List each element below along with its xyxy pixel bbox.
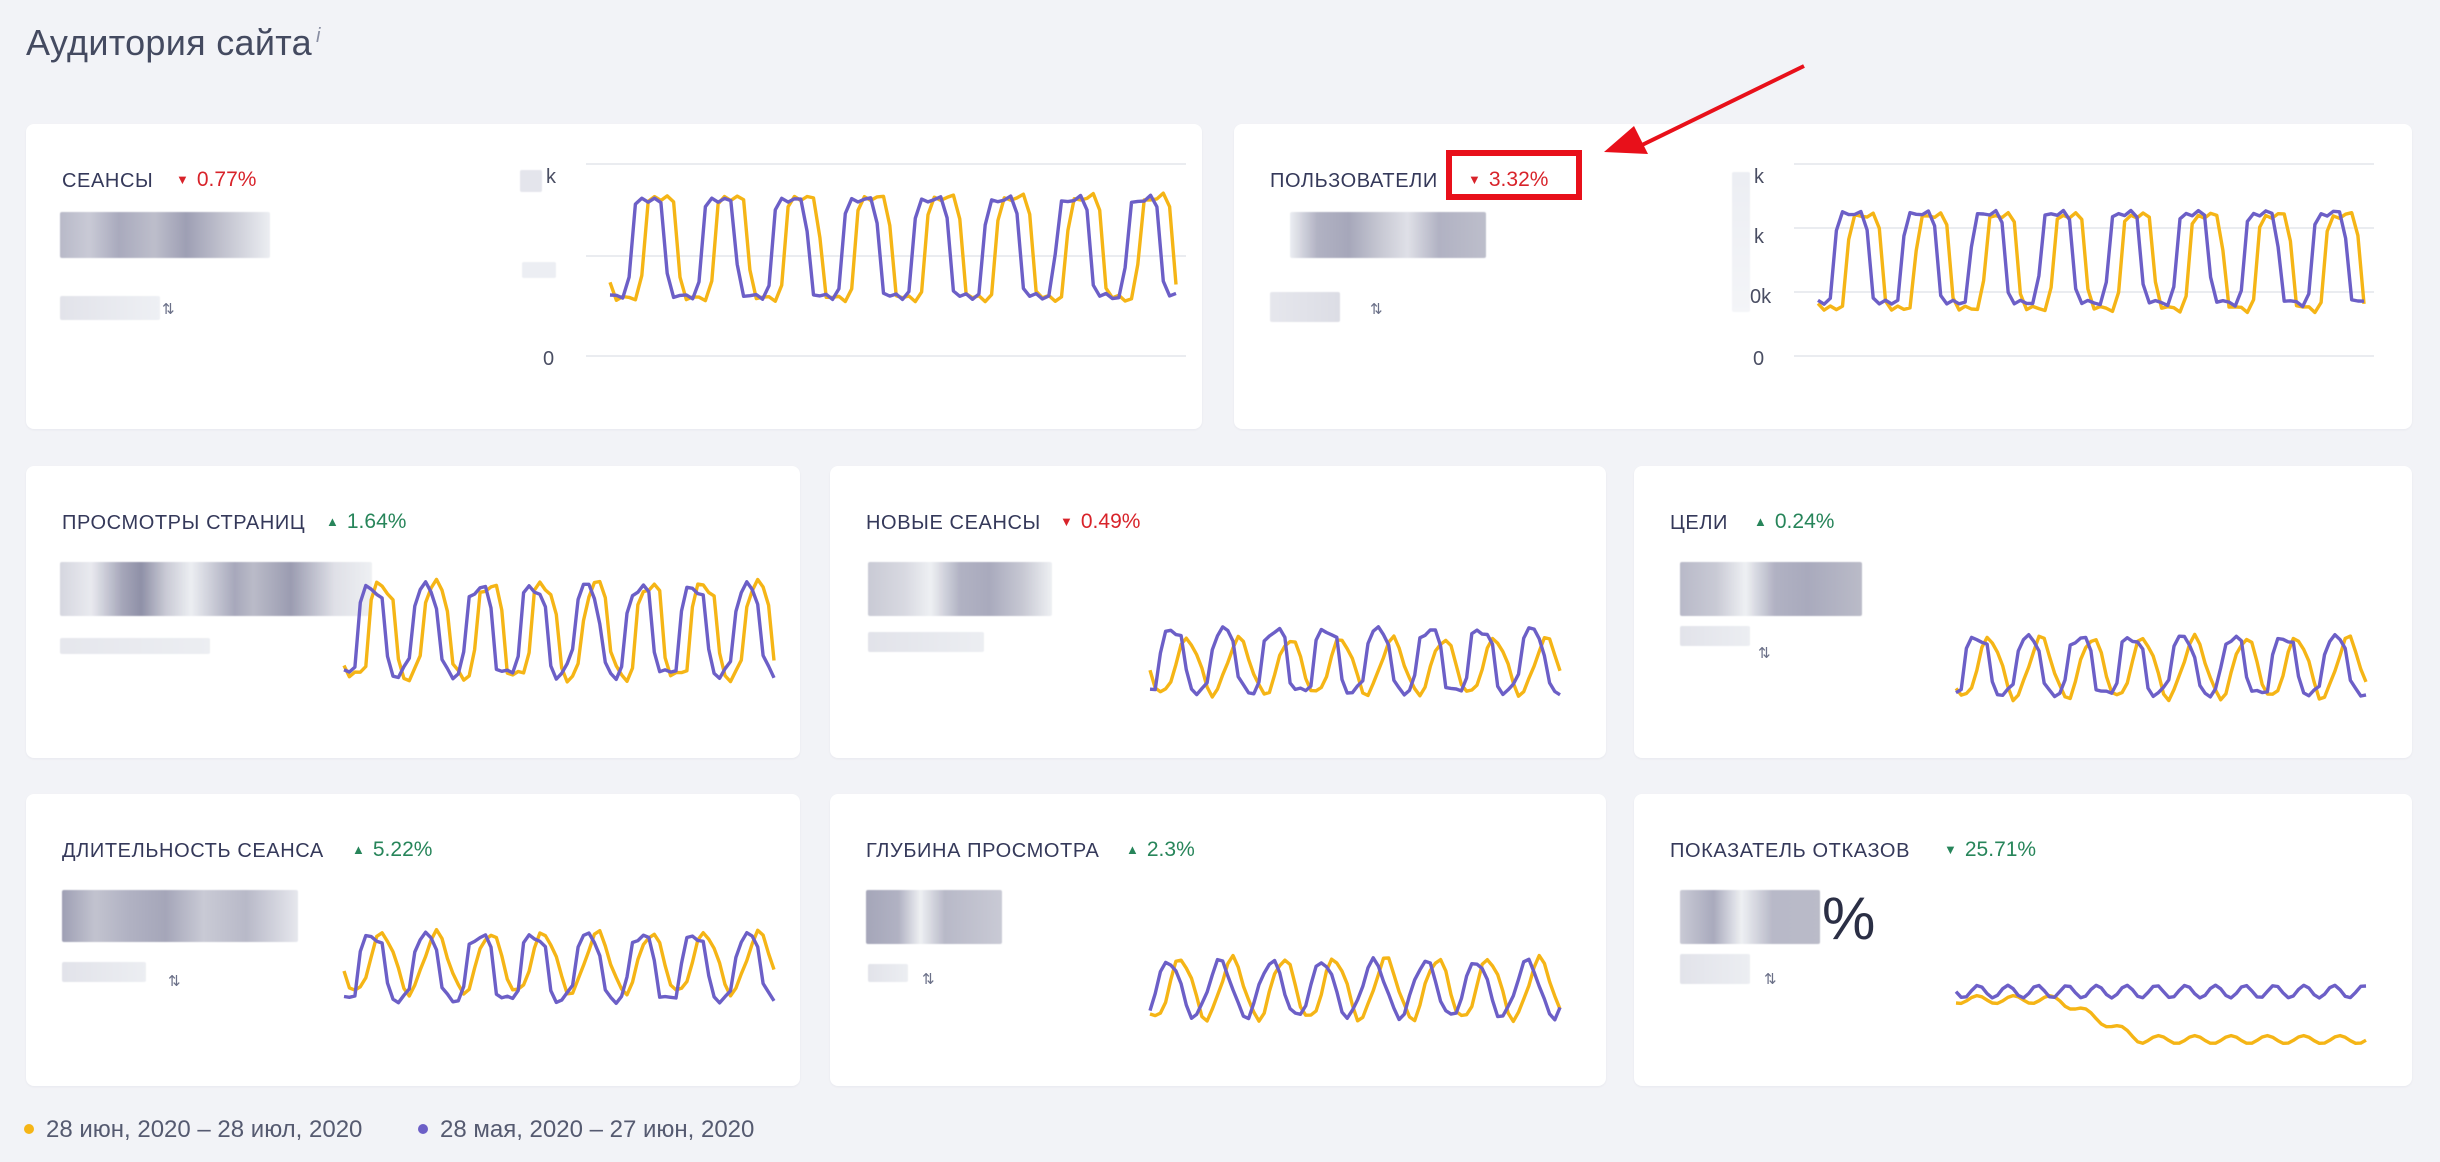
sort-arrows-icon[interactable]: ⇅ xyxy=(1764,970,1777,988)
delta-pageviews: ▲ 1.64% xyxy=(326,510,406,534)
card-page-depth[interactable]: ГЛУБИНА ПРОСМОТРА ▲ 2.3% ⇅ xyxy=(830,794,1606,1086)
delta-page-depth: ▲ 2.3% xyxy=(1126,838,1195,862)
series-line-previous xyxy=(1955,633,2367,699)
blurred-value xyxy=(866,890,1002,944)
chart-new-sessions xyxy=(1148,625,1562,699)
card-new-sessions[interactable]: НОВЫЕ СЕАНСЫ ▼ 0.49% xyxy=(830,466,1606,758)
blurred-subvalue xyxy=(1680,626,1750,646)
triangle-down-icon: ▼ xyxy=(1060,514,1073,529)
card-label-bounce-rate: ПОКАЗАТЕЛЬ ОТКАЗОВ xyxy=(1670,840,1911,862)
series-line-current xyxy=(342,577,776,684)
legend-previous-label: 28 мая, 2020 – 27 июн, 2020 xyxy=(440,1116,755,1143)
blurred-axis-top xyxy=(520,170,542,192)
blurred-subvalue xyxy=(60,638,210,654)
chart-sessions xyxy=(586,163,1186,357)
series-line-previous xyxy=(1149,625,1561,697)
info-icon[interactable]: i xyxy=(316,25,321,47)
blurred-subvalue xyxy=(60,296,160,320)
card-label-sessions: СЕАНСЫ xyxy=(62,170,154,192)
axis-label-1: k xyxy=(1754,166,1764,188)
blurred-subvalue xyxy=(868,632,984,652)
axis-label-2: k xyxy=(1754,226,1764,248)
card-users[interactable]: ПОЛЬЗОВАТЕЛИ ▼ 3.32% ⇅ k k 0k 0 xyxy=(1234,124,2412,429)
card-goals[interactable]: ЦЕЛИ ▲ 0.24% ⇅ xyxy=(1634,466,2412,758)
blurred-subvalue xyxy=(1270,292,1340,322)
value-suffix: % xyxy=(1822,885,1876,952)
blurred-axis xyxy=(1732,172,1750,312)
sort-arrows-icon[interactable]: ⇅ xyxy=(168,972,181,990)
triangle-up-icon: ▲ xyxy=(352,842,365,857)
delta-bounce-rate-value: 25.71% xyxy=(1964,838,2037,861)
series-line-previous xyxy=(1954,983,2367,1000)
highlight-box xyxy=(1446,150,1582,200)
chart-bounce-rate xyxy=(1954,983,2367,1045)
card-session-duration[interactable]: ДЛИТЕЛЬНОСТЬ СЕАНСА ▲ 5.22% ⇅ xyxy=(26,794,800,1086)
delta-bounce-rate: ▼ 25.71% xyxy=(1944,838,2036,862)
triangle-up-icon: ▲ xyxy=(326,514,339,529)
triangle-up-icon: ▲ xyxy=(1754,514,1767,529)
blurred-axis-mid xyxy=(522,262,556,278)
blurred-subvalue xyxy=(62,962,146,982)
delta-page-depth-value: 2.3% xyxy=(1146,838,1195,861)
chart-users xyxy=(1794,163,2374,357)
chart-goals xyxy=(1954,632,2368,703)
sort-arrows-icon[interactable]: ⇅ xyxy=(1758,644,1771,662)
delta-new-sessions-value: 0.49% xyxy=(1080,510,1141,533)
delta-session-duration: ▲ 5.22% xyxy=(352,838,432,862)
card-label-page-depth: ГЛУБИНА ПРОСМОТРА xyxy=(866,840,1100,862)
page-title: Аудитория сайта i xyxy=(26,22,321,64)
blurred-value xyxy=(868,562,1052,616)
card-label-goals: ЦЕЛИ xyxy=(1670,512,1729,534)
axis-label-top: k xyxy=(546,166,556,188)
legend-current: 28 июн, 2020 – 28 июл, 2020 xyxy=(24,1116,362,1144)
chart-pageviews xyxy=(342,577,776,684)
legend-current-label: 28 июн, 2020 – 28 июл, 2020 xyxy=(46,1116,363,1143)
legend-previous: 28 мая, 2020 – 27 июн, 2020 xyxy=(418,1116,754,1144)
delta-goals: ▲ 0.24% xyxy=(1754,510,1834,534)
series-line-current xyxy=(1955,993,2367,1045)
delta-sessions: ▼ 0.77% xyxy=(176,168,256,192)
triangle-down-icon: ▼ xyxy=(176,172,189,187)
delta-pageviews-value: 1.64% xyxy=(346,510,407,533)
chart-page-depth xyxy=(1148,953,1562,1024)
card-pageviews[interactable]: ПРОСМОТРЫ СТРАНИЦ ▲ 1.64% xyxy=(26,466,800,758)
card-sessions[interactable]: СЕАНСЫ ▼ 0.77% ⇅ k 0 xyxy=(26,124,1202,429)
sort-arrows-icon[interactable]: ⇅ xyxy=(922,970,935,988)
delta-session-duration-value: 5.22% xyxy=(372,838,433,861)
blurred-value xyxy=(62,890,298,942)
axis-label-3: 0k xyxy=(1750,286,1772,308)
blurred-value xyxy=(60,212,270,258)
card-label-users: ПОЛЬЗОВАТЕЛИ xyxy=(1270,170,1438,192)
series-line-current xyxy=(1149,953,1562,1024)
delta-new-sessions: ▼ 0.49% xyxy=(1060,510,1140,534)
legend-dot-previous xyxy=(418,1124,428,1134)
axis-label-zero: 0 xyxy=(1753,348,1765,370)
legend-dot-current xyxy=(24,1124,34,1134)
blurred-value xyxy=(1290,212,1486,258)
delta-goals-value: 0.24% xyxy=(1774,510,1835,533)
blurred-subvalue xyxy=(1680,954,1750,984)
sort-arrows-icon[interactable]: ⇅ xyxy=(162,300,175,318)
axis-label-zero: 0 xyxy=(543,348,555,370)
page-title-text: Аудитория сайта xyxy=(26,22,312,63)
card-label-pageviews: ПРОСМОТРЫ СТРАНИЦ xyxy=(62,512,306,534)
card-label-new-sessions: НОВЫЕ СЕАНСЫ xyxy=(866,512,1041,534)
sort-arrows-icon[interactable]: ⇅ xyxy=(1370,300,1383,318)
blurred-value xyxy=(60,562,372,616)
blurred-subvalue xyxy=(868,964,908,982)
chart-session-duration xyxy=(342,927,776,1005)
delta-sessions-value: 0.77% xyxy=(196,168,257,191)
blurred-value xyxy=(1680,562,1862,616)
card-bounce-rate[interactable]: ПОКАЗАТЕЛЬ ОТКАЗОВ ▼ 25.71% % ⇅ xyxy=(1634,794,2412,1086)
triangle-up-icon: ▲ xyxy=(1126,842,1139,857)
card-label-session-duration: ДЛИТЕЛЬНОСТЬ СЕАНСА xyxy=(62,840,324,862)
blurred-value xyxy=(1680,890,1820,944)
triangle-down-icon: ▼ xyxy=(1944,842,1957,857)
